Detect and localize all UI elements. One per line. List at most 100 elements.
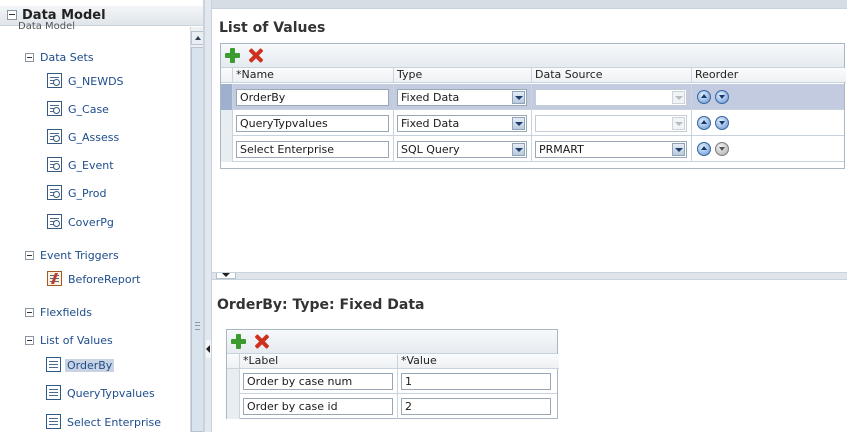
tree-item-label: OrderBy <box>65 359 115 372</box>
event-trigger-icon <box>47 271 62 286</box>
tree-node-label: List of Values <box>40 334 113 347</box>
minus-toggle-icon[interactable] <box>25 53 34 62</box>
type-select[interactable]: Fixed Data <box>397 115 527 132</box>
pane-splitter[interactable] <box>212 272 847 280</box>
collapse-toggle-icon[interactable] <box>7 10 17 20</box>
column-header-type: Type <box>394 68 532 83</box>
tree-scrollbar[interactable] <box>190 27 203 432</box>
data-set-icon <box>47 185 62 200</box>
tree-item-label: G_NEWDS <box>68 75 124 88</box>
chevron-down-icon[interactable] <box>512 143 525 156</box>
row-selector[interactable] <box>227 394 240 419</box>
move-down-icon[interactable] <box>715 90 729 104</box>
chevron-down-icon <box>672 91 685 104</box>
tree-item-label: G_Case <box>68 103 109 116</box>
move-down-icon[interactable] <box>715 116 729 130</box>
row-selector[interactable] <box>227 369 240 394</box>
list-of-values-icon <box>46 414 61 429</box>
panel-splitter[interactable] <box>204 0 212 432</box>
data-source-select <box>535 89 687 106</box>
tree-item-label: QueryTypvalues <box>67 387 155 400</box>
data-set-icon <box>47 214 62 229</box>
delete-icon[interactable] <box>248 48 263 63</box>
table-row[interactable]: Select Enterprise SQL Query PRMART <box>221 136 844 162</box>
data-source-select[interactable]: PRMART <box>535 141 687 158</box>
column-header-label: *Label <box>240 354 398 369</box>
row-selector-header <box>221 68 233 83</box>
values-toolbar <box>227 330 557 354</box>
tree-item-label: CoverPg <box>68 216 114 229</box>
table-row[interactable]: Order by case id 2 <box>227 394 557 419</box>
type-select-value: Fixed Data <box>401 117 460 130</box>
data-source-value: PRMART <box>539 143 584 156</box>
column-header-data-source: Data Source <box>532 68 692 83</box>
lov-toolbar <box>221 44 844 68</box>
row-selector-header <box>227 354 240 369</box>
list-of-values-pane: List of Values *Name Type Data Source Re… <box>212 8 847 272</box>
table-row[interactable]: QueryTypvalues Fixed Data <box>221 110 844 136</box>
column-header-name: *Name <box>233 68 394 83</box>
collapse-left-icon[interactable] <box>206 340 211 358</box>
table-row[interactable]: OrderBy Fixed Data <box>221 84 844 110</box>
data-set-icon <box>47 101 62 116</box>
minus-toggle-icon[interactable] <box>25 336 34 345</box>
column-header-value: *Value <box>398 354 559 369</box>
name-input[interactable]: QueryTypvalues <box>236 115 389 132</box>
chevron-down-icon[interactable] <box>672 143 685 156</box>
chevron-down-icon <box>672 117 685 130</box>
tree-item-label: G_Event <box>68 159 114 172</box>
list-of-values-icon <box>46 385 61 400</box>
list-of-values-table: *Name Type Data Source Reorder OrderBy F… <box>220 43 846 169</box>
label-input[interactable]: Order by case num <box>243 373 393 390</box>
data-model-tree: Data Model Data Sets G_NEWDS G_Case G_As… <box>0 21 190 432</box>
tree-node-label: Data Sets <box>40 51 94 64</box>
tree-item-label: BeforeReport <box>68 273 141 286</box>
chevron-down-icon[interactable] <box>512 91 525 104</box>
collapse-pane-icon[interactable] <box>216 273 236 279</box>
delete-icon[interactable] <box>254 334 269 349</box>
table-row[interactable]: Order by case num 1 <box>227 369 557 394</box>
column-header-reorder: Reorder <box>692 68 846 83</box>
fixed-data-table: *Label *Value Order by case num 1 Order … <box>226 329 559 419</box>
type-select-value: Fixed Data <box>401 91 460 104</box>
minus-toggle-icon[interactable] <box>25 308 34 317</box>
add-icon[interactable] <box>225 48 240 63</box>
data-set-icon <box>47 73 62 88</box>
detail-title: OrderBy: Type: Fixed Data <box>217 297 425 313</box>
detail-pane: OrderBy: Type: Fixed Data *Label *Value … <box>212 280 847 432</box>
add-icon[interactable] <box>231 334 246 349</box>
row-selector[interactable] <box>221 136 233 162</box>
minus-toggle-icon[interactable] <box>25 251 34 260</box>
list-of-values-title: List of Values <box>219 20 326 36</box>
tree-item-label: Select Enterprise <box>67 416 162 429</box>
value-input[interactable]: 1 <box>401 373 551 390</box>
type-select[interactable]: Fixed Data <box>397 89 527 106</box>
data-model-panel: Data Model Data Model Data Sets G_NEWDS … <box>0 0 204 432</box>
move-up-icon[interactable] <box>697 142 711 156</box>
value-input[interactable]: 2 <box>401 398 551 415</box>
tree-item-label: G_Assess <box>68 131 120 144</box>
list-of-values-icon <box>46 357 61 372</box>
move-up-icon[interactable] <box>697 116 711 130</box>
data-set-icon <box>47 157 62 172</box>
name-input[interactable]: OrderBy <box>236 89 389 106</box>
data-source-select <box>535 115 687 132</box>
tree-item-label: G_Prod <box>68 187 107 200</box>
move-down-icon <box>715 142 729 156</box>
move-up-icon[interactable] <box>697 90 711 104</box>
name-input[interactable]: Select Enterprise <box>236 141 389 158</box>
row-selector[interactable] <box>221 84 233 110</box>
scroll-up-icon[interactable] <box>191 31 203 45</box>
scroll-grip-icon <box>195 322 200 330</box>
row-selector[interactable] <box>221 110 233 136</box>
tree-node-label: Flexfields <box>40 306 92 319</box>
data-set-icon <box>47 129 62 144</box>
chevron-down-icon[interactable] <box>512 117 525 130</box>
tree-node-label: Event Triggers <box>40 249 119 262</box>
top-strip <box>212 0 847 8</box>
label-input[interactable]: Order by case id <box>243 398 393 415</box>
type-select-value: SQL Query <box>401 143 460 156</box>
type-select[interactable]: SQL Query <box>397 141 527 158</box>
tree-root-label: Data Model <box>18 21 76 32</box>
scroll-thumb[interactable] <box>191 47 203 432</box>
